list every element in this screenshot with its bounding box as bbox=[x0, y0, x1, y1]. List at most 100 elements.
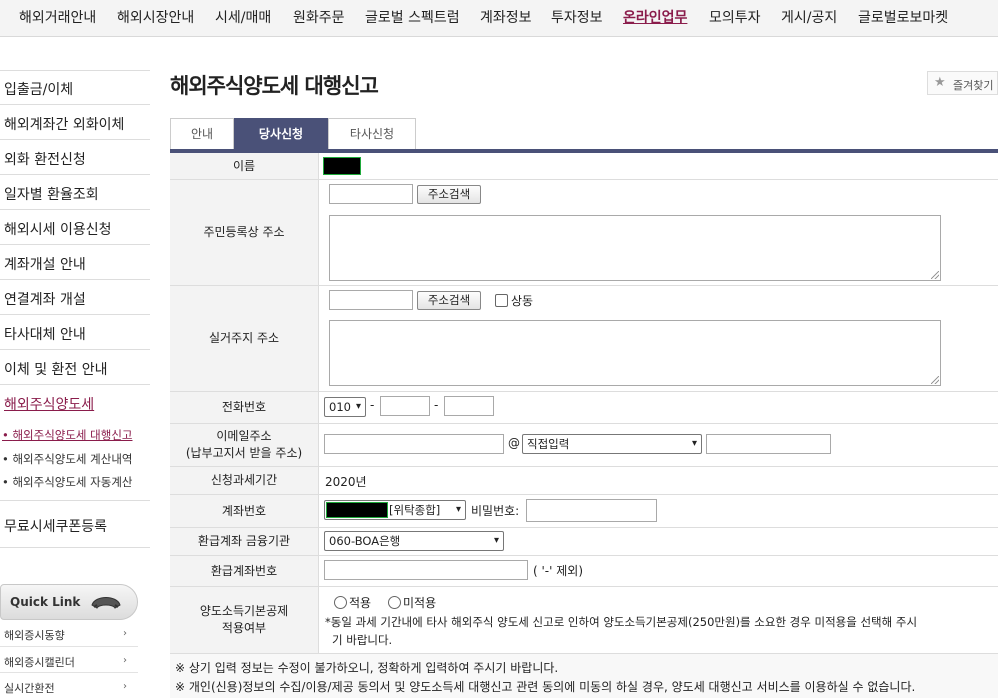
nav-global-spectrum[interactable]: 글로벌 스펙트럼 bbox=[365, 7, 460, 27]
email-label: 이메일주소 (납부고지서 받을 주소) bbox=[170, 424, 319, 466]
deduction-not-apply-radio[interactable] bbox=[388, 596, 401, 609]
period-label: 신청과세기간 bbox=[170, 467, 319, 494]
address-textarea[interactable] bbox=[329, 215, 941, 281]
nav-online-services[interactable]: 온라인업무 bbox=[623, 7, 687, 27]
sidebar-subitem-tax-autocalc[interactable]: • 해외주식양도세 자동계산 bbox=[2, 474, 133, 490]
tab-other-firm-application[interactable]: 타사신청 bbox=[328, 118, 416, 149]
sidebar-divider bbox=[0, 314, 150, 315]
nav-investment-info[interactable]: 투자정보 bbox=[551, 7, 603, 27]
sidebar-divider bbox=[0, 349, 150, 350]
nav-global-robo-market[interactable]: 글로벌로보마켓 bbox=[858, 7, 948, 27]
nav-overseas-trading-guide[interactable]: 해외거래안내 bbox=[19, 7, 96, 27]
bookmark-button[interactable]: ★ 즐겨찾기 bbox=[927, 71, 998, 95]
nav-board-notice[interactable]: 게시/공지 bbox=[781, 7, 837, 27]
top-navigation: 해외거래안내 해외시장안내 시세/매매 원화주문 글로벌 스펙트럼 계좌정보 투… bbox=[0, 0, 998, 37]
sidebar-divider bbox=[0, 279, 150, 280]
phone-prefix-select[interactable]: 010 ▾ bbox=[324, 397, 366, 417]
sidebar-item-quote-subscription[interactable]: 해외시세 이용신청 bbox=[4, 219, 112, 239]
account-label: 계좌번호 bbox=[170, 495, 319, 527]
email-domain-select[interactable]: 직접입력 ▾ bbox=[522, 434, 702, 454]
chevron-down-icon: ▾ bbox=[691, 438, 697, 449]
address-zipcode-input[interactable] bbox=[329, 184, 413, 204]
email-at-sign: @ bbox=[508, 436, 520, 450]
real-address-zipcode-input[interactable] bbox=[329, 290, 413, 310]
email-domain-input[interactable] bbox=[706, 434, 831, 454]
nav-mock-investment[interactable]: 모의투자 bbox=[709, 7, 761, 27]
notice-box: ※ 상기 입력 정보는 수정이 불가하오니, 정확하게 입력하여 주시기 바랍니… bbox=[170, 653, 998, 698]
address-search-button[interactable]: 주소검색 bbox=[417, 185, 481, 204]
phone-label: 전화번호 bbox=[170, 392, 319, 423]
email-domain-value: 직접입력 bbox=[527, 437, 570, 451]
real-address-search-button[interactable]: 주소검색 bbox=[417, 291, 481, 310]
refund-account-input[interactable] bbox=[324, 560, 528, 580]
account-select[interactable]: [위탁종합] ▾ bbox=[324, 500, 466, 520]
sidebar-item-deposit-transfer[interactable]: 입출금/이체 bbox=[4, 79, 73, 99]
sidebar-divider bbox=[0, 209, 150, 210]
nav-quote-trade[interactable]: 시세/매매 bbox=[215, 7, 271, 27]
sidebar-item-daily-rate[interactable]: 일자별 환율조회 bbox=[4, 184, 99, 204]
sidebar-item-capital-gains-tax[interactable]: 해외주식양도세 bbox=[4, 394, 94, 414]
refund-bank-label: 환급계좌 금융기관 bbox=[170, 528, 319, 555]
phone-dash: - bbox=[370, 398, 375, 412]
deduction-label-line2: 적용여부 bbox=[221, 621, 267, 635]
sidebar-subitem-label: 해외주식양도세 계산내역 bbox=[12, 452, 133, 466]
quick-link-realtime-exchange[interactable]: 실시간환전 bbox=[4, 680, 55, 696]
tab-our-firm-application[interactable]: 당사신청 bbox=[234, 118, 328, 149]
nav-won-order[interactable]: 원화주문 bbox=[293, 7, 345, 27]
sidebar-divider bbox=[0, 104, 150, 105]
email-label-line1: 이메일주소 bbox=[216, 429, 272, 443]
refund-bank-select[interactable]: 060-BOA은행 ▾ bbox=[324, 531, 504, 551]
same-address-label: 상동 bbox=[511, 294, 534, 308]
email-id-input[interactable] bbox=[324, 434, 504, 454]
nav-overseas-market-guide[interactable]: 해외시장안내 bbox=[117, 7, 194, 27]
sidebar-divider bbox=[0, 384, 150, 385]
sidebar-item-transfer-exchange-guide[interactable]: 이체 및 환전 안내 bbox=[4, 359, 108, 379]
sidebar-item-fx-transfer[interactable]: 해외계좌간 외화이체 bbox=[4, 114, 124, 134]
phone-prefix-value: 010 bbox=[329, 400, 351, 414]
sidebar-subitem-label: 해외주식양도세 자동계산 bbox=[12, 475, 133, 489]
quick-link-market-trend[interactable]: 해외증시동향 bbox=[4, 627, 65, 643]
sidebar-item-linked-account[interactable]: 연결계좌 개설 bbox=[4, 289, 86, 309]
deduction-note-line1: *동일 과세 기간내에 타사 해외주식 양도세 신고로 인하여 양도소득기본공제… bbox=[325, 615, 918, 629]
sidebar-item-free-quote-coupon[interactable]: 무료시세쿠폰등록 bbox=[4, 516, 107, 536]
account-number-redacted bbox=[326, 502, 388, 518]
quick-link-divider bbox=[0, 646, 138, 647]
chevron-right-icon: › bbox=[123, 655, 127, 666]
star-icon: ★ bbox=[934, 75, 946, 90]
page-title: 해외주식양도세 대행신고 bbox=[170, 74, 379, 98]
sidebar-divider bbox=[0, 139, 150, 140]
deduction-apply-radio[interactable] bbox=[334, 596, 347, 609]
password-label: 비밀번호: bbox=[471, 504, 520, 518]
account-type: [위탁종합] bbox=[389, 503, 441, 517]
period-value: 2020년 bbox=[325, 475, 367, 489]
sidebar-subitem-label: 해외주식양도세 대행신고 bbox=[12, 428, 133, 442]
phone-last-input[interactable] bbox=[444, 396, 494, 416]
chevron-down-icon: ▾ bbox=[455, 504, 461, 515]
real-address-textarea[interactable] bbox=[329, 320, 941, 386]
chevron-down-icon: ▾ bbox=[493, 535, 499, 546]
chevron-right-icon: › bbox=[123, 681, 127, 692]
password-input[interactable] bbox=[526, 499, 657, 522]
sidebar-item-account-opening[interactable]: 계좌개설 안내 bbox=[4, 254, 86, 274]
sidebar-subitem-tax-filing[interactable]: • 해외주식양도세 대행신고 bbox=[2, 427, 133, 443]
quick-link-market-calendar[interactable]: 해외증시캘린더 bbox=[4, 654, 75, 670]
deduction-not-apply-label: 미적용 bbox=[403, 596, 437, 610]
sidebar-item-fx-exchange[interactable]: 외화 환전신청 bbox=[4, 149, 86, 169]
quick-link-divider bbox=[0, 672, 138, 673]
nav-account-info[interactable]: 계좌정보 bbox=[480, 7, 532, 27]
phone-dash: - bbox=[434, 398, 439, 412]
phone-icon bbox=[91, 597, 121, 609]
phone-middle-input[interactable] bbox=[380, 396, 430, 416]
real-address-label: 실거주지 주소 bbox=[170, 286, 319, 391]
chevron-right-icon: › bbox=[123, 628, 127, 639]
name-value-redacted bbox=[323, 157, 361, 175]
tab-guide[interactable]: 안내 bbox=[170, 118, 234, 149]
notice-line: ※ 상기 입력 정보는 수정이 불가하오니, 정확하게 입력하여 주시기 바랍니… bbox=[175, 661, 559, 675]
deduction-label: 양도소득기본공제 적용여부 bbox=[170, 587, 319, 653]
refund-account-label: 환급계좌번호 bbox=[170, 556, 319, 586]
sidebar-subitem-tax-history[interactable]: • 해외주식양도세 계산내역 bbox=[2, 451, 133, 467]
quick-link-title: Quick Link bbox=[10, 595, 81, 609]
address-label: 주민등록상 주소 bbox=[170, 180, 319, 285]
same-address-checkbox[interactable] bbox=[495, 294, 508, 307]
sidebar-item-other-broker[interactable]: 타사대체 안내 bbox=[4, 324, 86, 344]
